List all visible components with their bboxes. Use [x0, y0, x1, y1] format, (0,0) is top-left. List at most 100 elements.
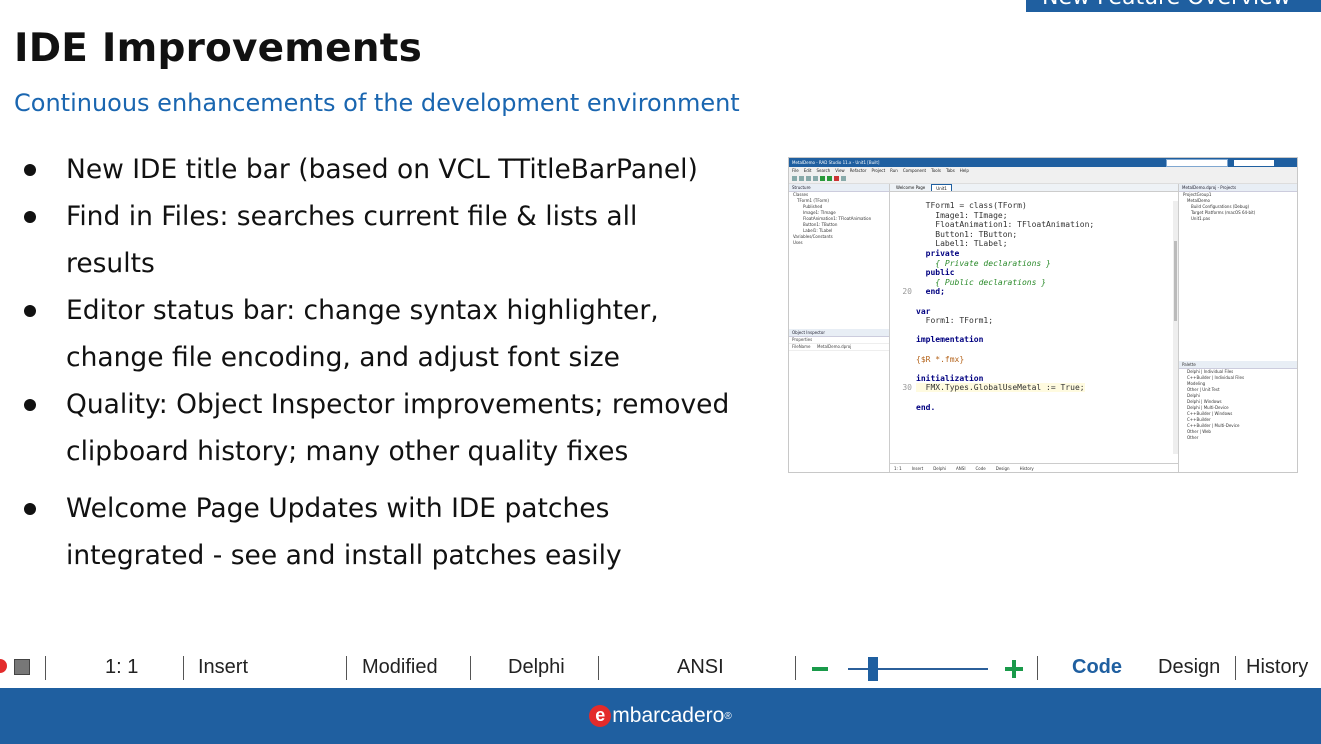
- layout-selector[interactable]: Default Layout: [1166, 158, 1228, 167]
- code-line[interactable]: { Private declarations }: [916, 259, 1051, 268]
- divider: [346, 656, 347, 680]
- editor-mini-statusbar: 1: 1 Insert Delphi ANSI Code Design History: [890, 463, 1178, 472]
- ide-menu-item[interactable]: View: [835, 168, 845, 173]
- ide-search-box[interactable]: [1234, 159, 1274, 166]
- page-subtitle: Continuous enhancements of the developme…: [14, 89, 740, 117]
- code-line[interactable]: end.: [916, 403, 935, 412]
- projects-tree: ProjectGroup1 MetalDemo Build Configuratio…: [1179, 192, 1297, 222]
- code-line[interactable]: Button1: TButton;: [916, 230, 1017, 239]
- ide-menu-item[interactable]: Search: [816, 168, 830, 173]
- code-area[interactable]: TForm1 = class(TForm) Image1: TImage; Fl…: [890, 201, 1178, 454]
- code-line[interactable]: {$R *.fmx}: [916, 355, 964, 364]
- modified-indicator: Modified: [362, 656, 438, 678]
- code-line[interactable]: private: [916, 249, 960, 258]
- bullet-icon: [24, 503, 36, 515]
- palette-list: Delphi | Individual Files C++Builder | In…: [1179, 369, 1297, 441]
- layout-label: Default Layout: [1167, 159, 1197, 165]
- editor-status-bar: 1: 1 Insert Modified Delphi ANSI Code De…: [0, 646, 1321, 688]
- platform-icon[interactable]: [841, 176, 846, 181]
- tab-unit1[interactable]: Unit1: [931, 184, 952, 191]
- ide-menu-item[interactable]: Help: [960, 168, 969, 173]
- run-icon[interactable]: [820, 176, 825, 181]
- code-line[interactable]: public: [916, 268, 955, 277]
- code-line[interactable]: TForm1 = class(TForm): [916, 201, 1027, 210]
- encoding-selector[interactable]: ANSI: [677, 656, 724, 678]
- ide-menu-item[interactable]: Refactor: [850, 168, 867, 173]
- bullet-item: Quality: Object Inspector improvements; …: [14, 381, 766, 475]
- ide-title-bar: MetalDemo - RAD Studio 11.x - Unit1 [Bui…: [789, 158, 1297, 167]
- ide-menu-item[interactable]: Tabs: [946, 168, 955, 173]
- mini-status-item: ANSI: [956, 465, 966, 471]
- run-without-debug-icon[interactable]: [827, 176, 832, 181]
- embarcadero-logo-text: mbarcadero: [612, 704, 725, 727]
- open-icon[interactable]: [799, 176, 804, 181]
- record-macro-icon[interactable]: [0, 659, 7, 673]
- bullet-text: Editor status bar: change syntax highlig…: [66, 295, 659, 373]
- tab-code[interactable]: Code: [1072, 656, 1122, 678]
- mini-status-item: Delphi: [933, 465, 947, 471]
- mini-status-item: Design: [995, 465, 1010, 471]
- insert-mode[interactable]: Insert: [198, 656, 248, 678]
- stop-icon[interactable]: [834, 176, 839, 181]
- code-line[interactable]: FMX.Types.GlobalUseMetal := True;: [916, 383, 1085, 393]
- font-size-slider-thumb[interactable]: [868, 657, 878, 681]
- palette-item[interactable]: Other: [1183, 435, 1297, 441]
- code-line[interactable]: implementation: [916, 335, 983, 344]
- projects-header: MetalDemo.dproj - Projects: [1179, 184, 1297, 192]
- divider: [183, 656, 184, 680]
- divider: [1235, 656, 1236, 680]
- registered-mark: ®: [724, 710, 732, 722]
- syntax-highlighter-selector[interactable]: Delphi: [508, 656, 565, 678]
- structure-header: Structure: [789, 184, 889, 192]
- oi-row[interactable]: Properties: [789, 337, 889, 344]
- footer-bar: e mbarcadero ®: [0, 688, 1321, 744]
- ide-menu-item[interactable]: Tools: [931, 168, 941, 173]
- ide-menu-item[interactable]: File: [792, 168, 799, 173]
- tab-history[interactable]: History: [1246, 656, 1308, 678]
- ide-menu-item[interactable]: Run: [890, 168, 898, 173]
- project-node[interactable]: Unit1.pas: [1179, 216, 1297, 222]
- zoom-in-icon-vertical[interactable]: [1012, 660, 1016, 678]
- feature-overview-badge: New Feature Overview: [1026, 0, 1321, 12]
- code-editor[interactable]: Welcome Page Unit1 TForm1 = class(TForm)…: [890, 184, 1178, 472]
- code-line[interactable]: Form1: TForm1;: [916, 316, 993, 325]
- feature-list: New IDE title bar (based on VCL TTitleBa…: [14, 146, 784, 579]
- new-icon[interactable]: [792, 176, 797, 181]
- divider: [470, 656, 471, 680]
- mini-status-item: Code: [975, 465, 986, 471]
- tab-design[interactable]: Design: [1158, 656, 1220, 678]
- mini-status-item: History: [1019, 465, 1034, 471]
- oi-row[interactable]: FileName MetalDemo.dproj: [789, 344, 889, 351]
- bullet-item: Find in Files: searches current file & l…: [14, 193, 726, 287]
- object-inspector-header: Object Inspector: [789, 329, 889, 337]
- mini-status-item: Insert: [911, 465, 924, 471]
- scroll-thumb[interactable]: [1174, 241, 1177, 321]
- bullet-item: New IDE title bar (based on VCL TTitleBa…: [14, 146, 784, 193]
- structure-node[interactable]: Uses: [789, 240, 889, 246]
- code-line[interactable]: end;: [916, 287, 945, 296]
- cursor-position: 1: 1: [105, 656, 139, 678]
- zoom-out-icon[interactable]: [812, 667, 828, 671]
- save-all-icon[interactable]: [813, 176, 818, 181]
- code-line[interactable]: Image1: TImage;: [916, 211, 1007, 220]
- bullet-icon: [24, 399, 36, 411]
- code-line[interactable]: Label1: TLabel;: [916, 239, 1007, 248]
- code-line[interactable]: var: [916, 307, 930, 316]
- divider: [1037, 656, 1038, 680]
- ide-menu-item[interactable]: Edit: [804, 168, 812, 173]
- tab-welcome-page[interactable]: Welcome Page: [892, 184, 929, 191]
- ide-menu-item[interactable]: Project: [871, 168, 885, 173]
- ide-menu-item[interactable]: Component: [903, 168, 926, 173]
- structure-pane: Structure Classes TForm1 (TForm) Published…: [789, 184, 890, 472]
- save-icon[interactable]: [806, 176, 811, 181]
- divider: [598, 656, 599, 680]
- palette-pane: Palette Delphi | Individual Files C++Buil…: [1179, 361, 1297, 472]
- line-number: 20: [902, 287, 912, 297]
- code-line[interactable]: FloatAnimation1: TFloatAnimation;: [916, 220, 1094, 229]
- stop-macro-icon[interactable]: [14, 659, 30, 675]
- code-line[interactable]: { Public declarations }: [916, 278, 1046, 287]
- ide-menu-bar: File Edit Search View Refactor Project Run Comp…: [789, 167, 1297, 174]
- code-line[interactable]: initialization: [916, 374, 983, 383]
- ide-window-title: MetalDemo - RAD Studio 11.x - Unit1 [Bui…: [792, 160, 880, 165]
- bullet-icon: [24, 305, 36, 317]
